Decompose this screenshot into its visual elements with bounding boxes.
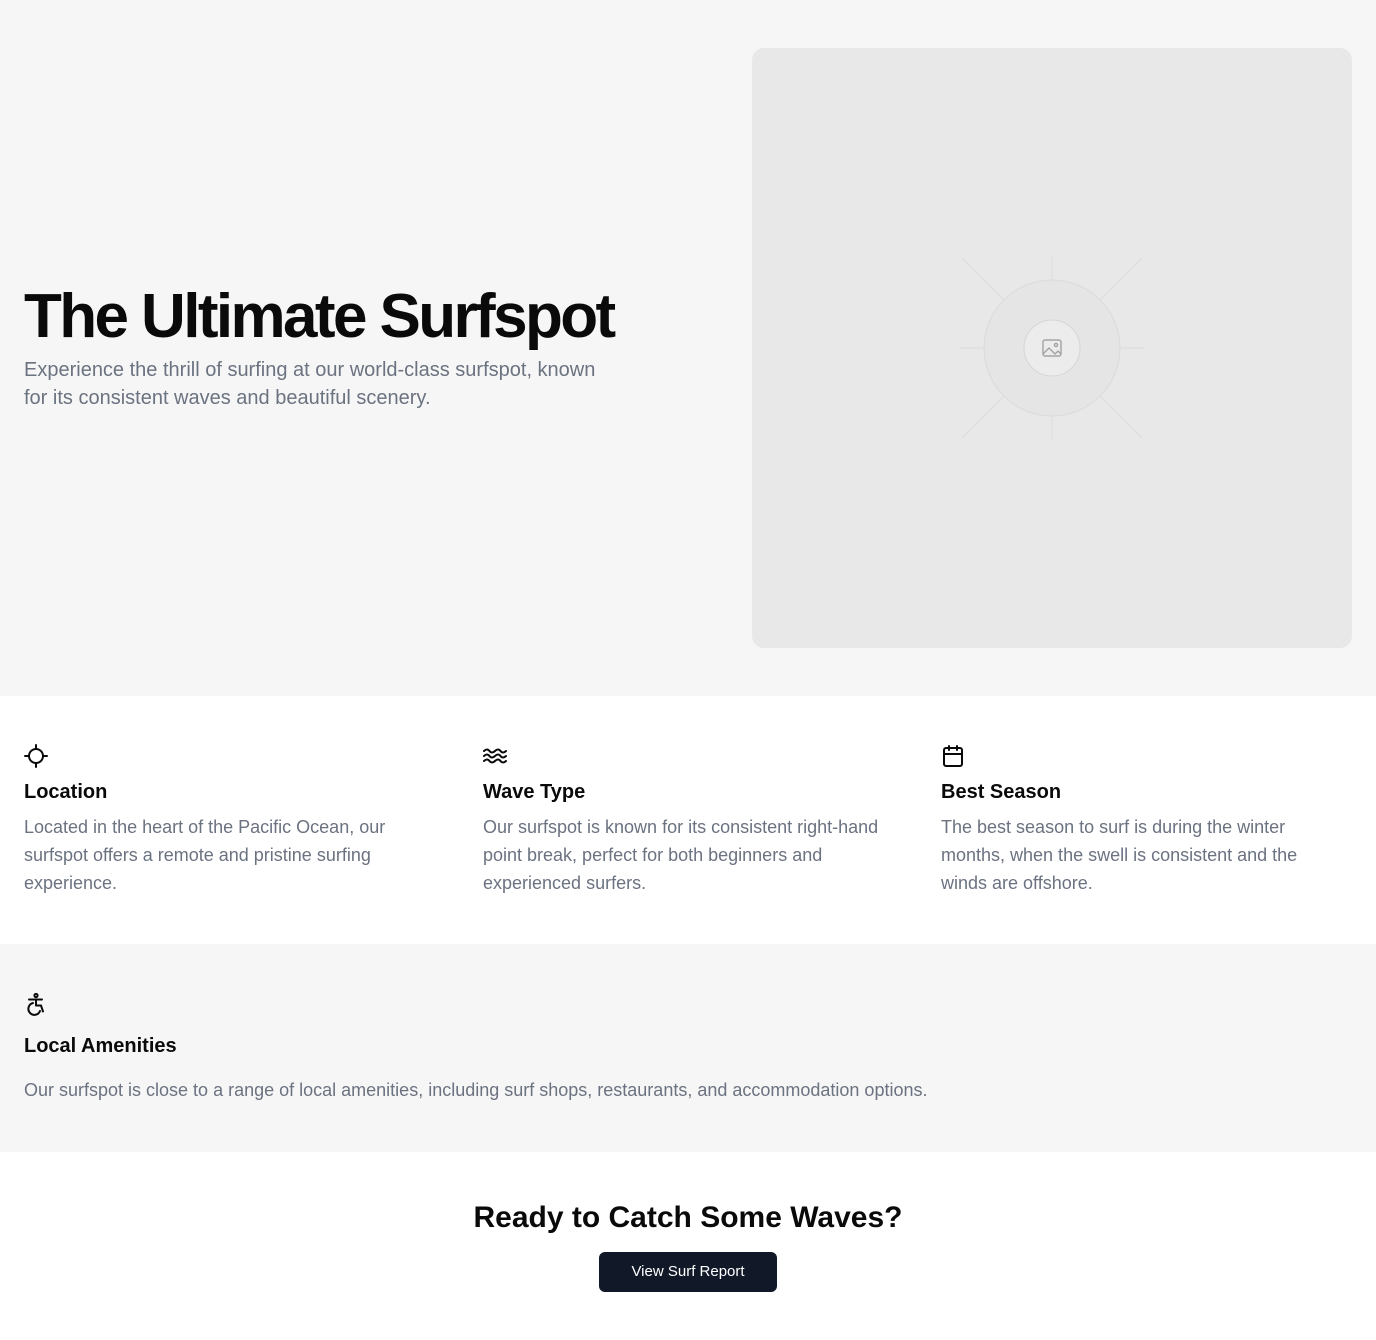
feature-wave-type: Wave Type Our surfspot is known for its … (483, 744, 883, 897)
hero-image-placeholder (752, 48, 1352, 648)
feature-title: Location (24, 781, 108, 803)
feature-location: Location Located in the heart of the Pac… (24, 744, 424, 897)
amenities-title: Local Amenities (24, 1035, 177, 1057)
feature-title: Wave Type (483, 781, 586, 803)
crosshair-icon (24, 744, 48, 768)
hero-title: The Ultimate Surfspot (24, 282, 616, 351)
feature-description: Our surfspot is known for its consistent… (483, 817, 879, 893)
accessibility-icon (24, 992, 48, 1016)
feature-description: Located in the heart of the Pacific Ocea… (24, 817, 386, 893)
feature-title: Best Season (941, 781, 1062, 803)
amenities-description: Our surfspot is close to a range of loca… (24, 1080, 928, 1100)
feature-best-season: Best Season The best season to surf is d… (941, 744, 1341, 897)
view-surf-report-button[interactable]: View Surf Report (599, 1252, 777, 1292)
feature-description: The best season to surf is during the wi… (941, 817, 1298, 893)
cta-title: Ready to Catch Some Waves? (473, 1201, 903, 1234)
image-placeholder-graphic (960, 256, 1144, 440)
amenities-section: Local Amenities Our surfspot is close to… (0, 944, 1376, 1152)
hero-section: The Ultimate Surfspot Experience the thr… (0, 0, 1376, 696)
cta-section: Ready to Catch Some Waves? View Surf Rep… (0, 1152, 1376, 1340)
waves-icon (483, 744, 507, 768)
calendar-icon (941, 744, 965, 768)
hero-subtitle: Experience the thrill of surfing at our … (24, 359, 596, 409)
hero-text-block: The Ultimate Surfspot Experience the thr… (24, 284, 684, 412)
features-section: Location Located in the heart of the Pac… (0, 696, 1376, 944)
